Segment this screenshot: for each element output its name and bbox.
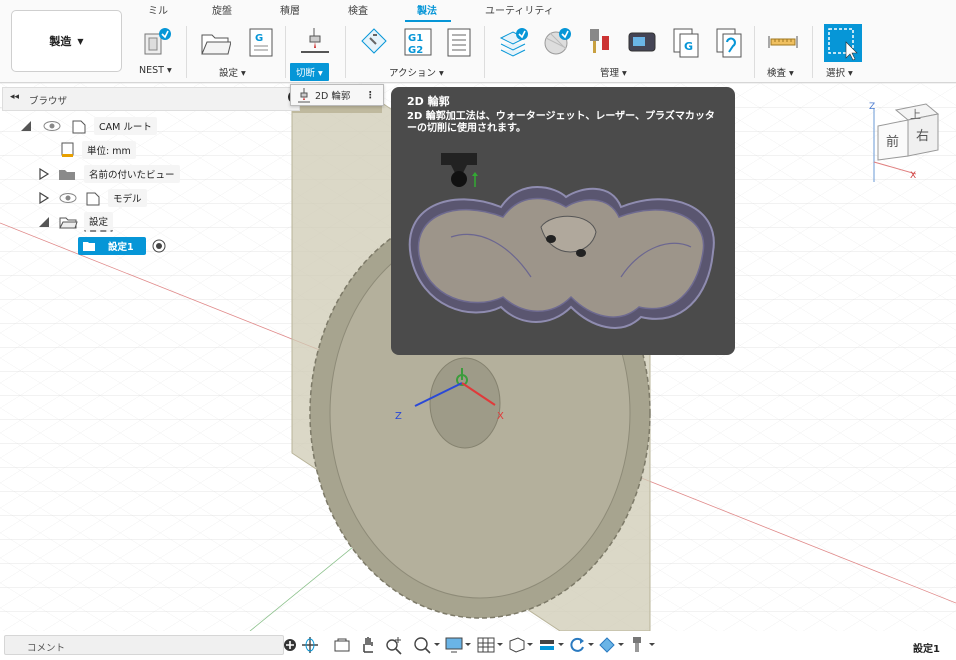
viewports-icon[interactable]	[506, 635, 534, 655]
component-icon	[86, 192, 100, 205]
viewcube-top-face: 上	[910, 108, 921, 121]
tree-label-cam-root: CAM ルート	[94, 116, 157, 135]
viewcube-right-face: 右	[916, 129, 929, 144]
setup-sheet-icon[interactable]: G	[244, 26, 276, 58]
menu-item-2d-profile[interactable]: 2D 輪郭	[315, 88, 350, 102]
browser-title: ブラウザ	[29, 96, 68, 107]
cutting-dropdown-menu: 2D 輪郭 ⋮	[290, 84, 384, 106]
triad-x-label: X	[497, 411, 504, 422]
collapse-triangle-icon[interactable]	[38, 216, 50, 228]
setup-folder-icon	[59, 217, 78, 228]
add-comment-icon[interactable]	[280, 635, 300, 655]
post-library-icon[interactable]: G	[670, 26, 702, 58]
refresh-icon[interactable]	[567, 635, 595, 655]
viewcube-svg: Z X 上 前 右	[869, 102, 940, 182]
tooltip-illustration	[408, 153, 715, 329]
cutting-group-label[interactable]: 切断 ▾	[290, 63, 329, 81]
effects-icon[interactable]	[597, 635, 625, 655]
triad-z-label: Z	[395, 411, 402, 422]
fit-zoom-icon[interactable]	[412, 635, 440, 655]
status-bar: コメント 設定1	[0, 631, 956, 660]
workspace-label: 製造	[49, 35, 72, 48]
select-icon[interactable]	[824, 24, 862, 62]
tree-item-units[interactable]: 単位: mm	[60, 140, 136, 159]
look-at-icon[interactable]	[332, 635, 352, 655]
nest-icon[interactable]	[141, 26, 173, 58]
tab-utilities[interactable]: ユーティリティ	[485, 2, 554, 17]
tool-display-icon[interactable]	[628, 635, 656, 655]
viewcube-front-face: 前	[886, 134, 899, 150]
post-process-icon[interactable]: G1G2	[402, 26, 434, 58]
gear-bore	[429, 357, 501, 449]
select-group-label[interactable]: 選択 ▾	[826, 65, 853, 79]
tree-item-setup1[interactable]: 設定1	[78, 236, 167, 255]
simulate-icon[interactable]	[358, 26, 390, 58]
tooltip-2d-profile: 2D 輪郭 2D 輪郭加工法は、ウォータージェット、レーザー、プラズマカッターの…	[391, 87, 735, 355]
setup-sheet-doc-icon[interactable]	[443, 26, 475, 58]
svg-text:G: G	[684, 40, 693, 53]
more-options-icon[interactable]: ⋮	[366, 90, 376, 101]
tool-library-icon[interactable]	[498, 26, 530, 58]
component-icon	[72, 120, 86, 133]
tree-label-named-views: 名前の付いたビュー	[84, 164, 180, 183]
template-library-icon[interactable]	[541, 26, 573, 58]
comment-field[interactable]: コメント	[4, 635, 284, 655]
svg-text:G1: G1	[408, 33, 423, 44]
setup-folder-icon	[83, 242, 95, 251]
active-tab-indicator	[405, 20, 451, 22]
tree-item-named-views[interactable]: 名前の付いたビュー	[38, 164, 180, 183]
document-units-icon	[61, 142, 74, 157]
zoom-icon[interactable]	[384, 635, 404, 655]
display-settings-icon[interactable]	[444, 635, 472, 655]
tab-additive[interactable]: 積層	[280, 2, 300, 17]
expand-triangle-icon[interactable]	[38, 167, 50, 180]
measure-icon[interactable]	[767, 26, 799, 58]
machine-library-icon[interactable]	[626, 26, 658, 58]
collapse-triangle-icon[interactable]	[20, 120, 32, 132]
folder-icon	[59, 169, 75, 180]
browser-panel-header[interactable]: ◂◂ ブラウザ	[2, 87, 300, 111]
active-setup-label: 設定1	[913, 644, 940, 655]
eye-icon[interactable]	[42, 119, 62, 133]
tool-holder-icon[interactable]	[584, 26, 616, 58]
workspace-switcher-button[interactable]: 製造 ▼	[11, 10, 122, 72]
task-manager-icon[interactable]	[713, 26, 745, 58]
pan-hand-icon[interactable]	[358, 635, 378, 655]
tree-label-model: モデル	[108, 188, 147, 207]
viewcube[interactable]: Z X 上 前 右	[866, 100, 952, 186]
expand-triangle-icon[interactable]	[38, 191, 50, 204]
tab-inspection[interactable]: 検査	[348, 2, 368, 17]
comment-label: コメント	[27, 643, 66, 654]
active-radio-icon[interactable]	[151, 238, 167, 254]
tree-item-cam-root[interactable]: CAM ルート	[20, 116, 157, 135]
nest-group-label[interactable]: NEST ▾	[139, 65, 172, 76]
2d-profile-icon	[298, 88, 310, 103]
collapse-browser-icon[interactable]: ◂◂	[10, 92, 19, 102]
new-setup-icon[interactable]	[199, 26, 231, 58]
tab-turning[interactable]: 旋盤	[212, 2, 232, 17]
manage-group-label[interactable]: 管理 ▾	[600, 65, 627, 79]
svg-text:G2: G2	[408, 45, 423, 56]
viewcube-x-label: X	[910, 171, 916, 181]
setup-group-label[interactable]: 設定 ▾	[219, 65, 246, 79]
tab-mill[interactable]: ミル	[148, 2, 168, 17]
viewcube-z-label: Z	[869, 102, 875, 112]
eye-icon[interactable]	[58, 191, 78, 205]
tree-item-model[interactable]: モデル	[38, 188, 147, 207]
actions-group-label[interactable]: アクション ▾	[389, 65, 444, 79]
2d-profile-cutting-icon[interactable]	[299, 26, 331, 58]
orbit-icon[interactable]	[300, 635, 320, 655]
tree-label-units: 単位: mm	[82, 140, 136, 159]
inspect-group-label[interactable]: 検査 ▾	[767, 65, 794, 79]
tree-item-setups[interactable]: 設定	[38, 211, 114, 232]
tree-label-setups: 設定	[84, 211, 114, 232]
tab-fabrication[interactable]: 製法	[417, 2, 437, 17]
ribbon-toolbar: 製造 ▼ ミル 旋盤 積層 検査 製法 ユーティリティ NEST ▾ G 設定 …	[0, 0, 956, 83]
svg-text:G: G	[255, 33, 263, 44]
stock-display-icon[interactable]	[537, 635, 565, 655]
chevron-down-icon: ▼	[77, 36, 84, 46]
grid-settings-icon[interactable]	[476, 635, 504, 655]
